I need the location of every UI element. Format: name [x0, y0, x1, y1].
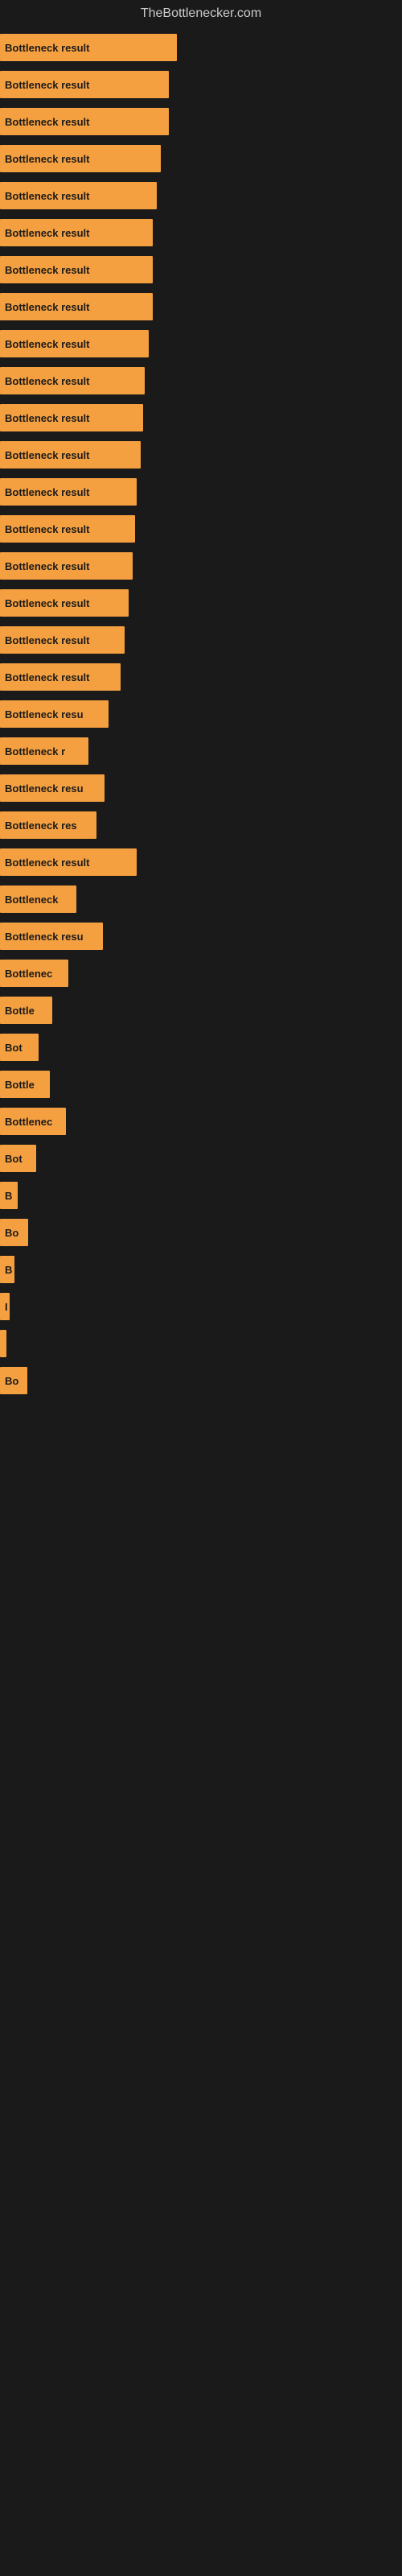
bar-row: Bottleneck result: [0, 402, 402, 433]
bar-row: Bottleneck resu: [0, 699, 402, 729]
bar-row: Bo: [0, 1365, 402, 1396]
bar-14: Bottleneck result: [0, 552, 133, 580]
bar-8: Bottleneck result: [0, 330, 149, 357]
bar-30: Bot: [0, 1145, 36, 1172]
bar-32: Bo: [0, 1219, 28, 1246]
bar-9: Bottleneck result: [0, 367, 145, 394]
bar-23: Bottleneck: [0, 886, 76, 913]
bar-row: B: [0, 1254, 402, 1285]
bar-25: Bottlenec: [0, 960, 68, 987]
bar-31: B: [0, 1182, 18, 1209]
bar-row: Bottleneck result: [0, 847, 402, 877]
bar-26: Bottle: [0, 997, 52, 1024]
bar-19: Bottleneck r: [0, 737, 88, 765]
bar-4: Bottleneck result: [0, 182, 157, 209]
bar-row: Bottleneck res: [0, 810, 402, 840]
site-title: TheBottlenecker.com: [0, 0, 402, 24]
bar-row: [0, 1328, 402, 1359]
bar-33: B: [0, 1256, 14, 1283]
bar-row: Bottleneck result: [0, 440, 402, 470]
bar-24: Bottleneck resu: [0, 923, 103, 950]
bar-row: I: [0, 1291, 402, 1322]
bar-row: Bottleneck result: [0, 291, 402, 322]
bar-row: Bottleneck result: [0, 254, 402, 285]
bar-21: Bottleneck res: [0, 811, 96, 839]
bar-row: Bottleneck result: [0, 551, 402, 581]
bar-0: Bottleneck result: [0, 34, 177, 61]
bar-2: Bottleneck result: [0, 108, 169, 135]
bar-11: Bottleneck result: [0, 441, 141, 469]
bar-28: Bottle: [0, 1071, 50, 1098]
bar-row: Bottleneck result: [0, 106, 402, 137]
bar-7: Bottleneck result: [0, 293, 153, 320]
bar-row: Bot: [0, 1143, 402, 1174]
bar-row: Bottlenec: [0, 958, 402, 989]
bar-row: Bottleneck result: [0, 477, 402, 507]
bar-row: B: [0, 1180, 402, 1211]
bar-29: Bottlenec: [0, 1108, 66, 1135]
bar-22: Bottleneck result: [0, 848, 137, 876]
bar-12: Bottleneck result: [0, 478, 137, 506]
bar-row: Bottlenec: [0, 1106, 402, 1137]
bar-6: Bottleneck result: [0, 256, 153, 283]
bar-3: Bottleneck result: [0, 145, 161, 172]
bar-row: Bottleneck resu: [0, 921, 402, 952]
bar-row: Bottle: [0, 1069, 402, 1100]
bar-27: Bot: [0, 1034, 39, 1061]
bar-row: Bottleneck result: [0, 69, 402, 100]
bar-row: Bottle: [0, 995, 402, 1026]
bar-36: Bo: [0, 1367, 27, 1394]
bar-row: Bottleneck resu: [0, 773, 402, 803]
bar-row: Bottleneck result: [0, 588, 402, 618]
bar-row: Bottleneck result: [0, 328, 402, 359]
bar-row: Bottleneck result: [0, 662, 402, 692]
bar-row: Bottleneck result: [0, 625, 402, 655]
bar-row: Bottleneck r: [0, 736, 402, 766]
bar-20: Bottleneck resu: [0, 774, 105, 802]
bar-row: Bottleneck result: [0, 32, 402, 63]
bar-13: Bottleneck result: [0, 515, 135, 543]
bar-row: Bottleneck result: [0, 514, 402, 544]
bar-35: [0, 1330, 6, 1357]
bar-16: Bottleneck result: [0, 626, 125, 654]
bars-container: Bottleneck result Bottleneck result Bottle…: [0, 24, 402, 1410]
bar-row: Bottleneck result: [0, 180, 402, 211]
bar-row: Bottleneck result: [0, 217, 402, 248]
bar-5: Bottleneck result: [0, 219, 153, 246]
bar-17: Bottleneck result: [0, 663, 121, 691]
bar-10: Bottleneck result: [0, 404, 143, 431]
bar-18: Bottleneck resu: [0, 700, 109, 728]
bar-34: I: [0, 1293, 10, 1320]
bar-row: Bottleneck result: [0, 143, 402, 174]
bar-row: Bottleneck result: [0, 365, 402, 396]
bar-row: Bo: [0, 1217, 402, 1248]
bar-1: Bottleneck result: [0, 71, 169, 98]
bar-row: Bot: [0, 1032, 402, 1063]
bar-15: Bottleneck result: [0, 589, 129, 617]
bar-row: Bottleneck: [0, 884, 402, 914]
